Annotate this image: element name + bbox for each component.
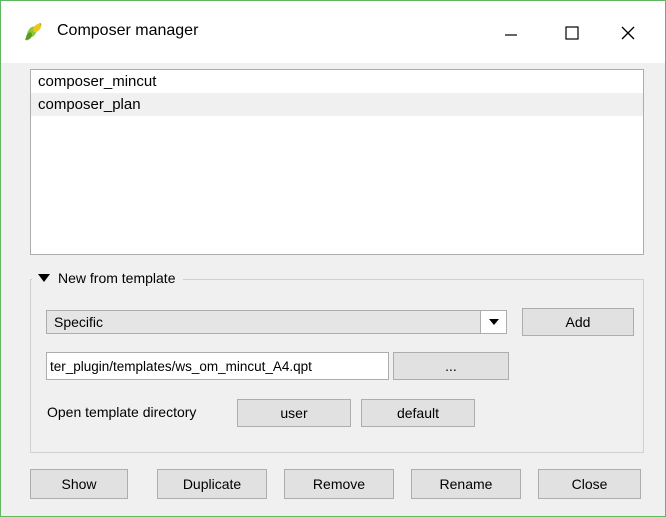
user-button[interactable]: user [237, 399, 351, 427]
group-title[interactable]: New from template [32, 270, 184, 286]
window-title: Composer manager [57, 22, 199, 39]
open-template-directory-label: Open template directory [47, 404, 197, 420]
template-type-value: Specific [54, 314, 104, 330]
close-window-button[interactable] [605, 11, 651, 55]
template-type-select[interactable]: Specific [46, 310, 507, 334]
composer-manager-window: Composer manager composer_mincut compose… [0, 0, 666, 517]
qgis-logo-icon [23, 21, 45, 43]
template-path-input[interactable] [46, 352, 389, 380]
close-button[interactable]: Close [538, 469, 641, 499]
default-button[interactable]: default [361, 399, 475, 427]
group-title-label: New from template [58, 270, 176, 286]
show-button[interactable]: Show [30, 469, 128, 499]
duplicate-button[interactable]: Duplicate [157, 469, 267, 499]
minimize-button[interactable] [488, 11, 534, 55]
add-button[interactable]: Add [522, 308, 634, 336]
composer-list[interactable]: composer_mincut composer_plan [30, 69, 644, 255]
maximize-icon [565, 26, 579, 40]
title-bar: Composer manager [1, 1, 665, 63]
list-item[interactable]: composer_mincut [31, 70, 643, 93]
close-icon [621, 26, 635, 40]
triangle-down-icon [38, 273, 50, 282]
browse-button[interactable]: ... [393, 352, 509, 380]
chevron-down-icon [488, 318, 499, 325]
template-group: New from template Specific Add ... Open … [30, 270, 644, 453]
remove-button[interactable]: Remove [284, 469, 394, 499]
minimize-icon [505, 34, 517, 36]
list-item[interactable]: composer_plan [31, 93, 643, 116]
maximize-button[interactable] [549, 11, 595, 55]
rename-button[interactable]: Rename [411, 469, 521, 499]
dropdown-arrow[interactable] [480, 311, 506, 333]
